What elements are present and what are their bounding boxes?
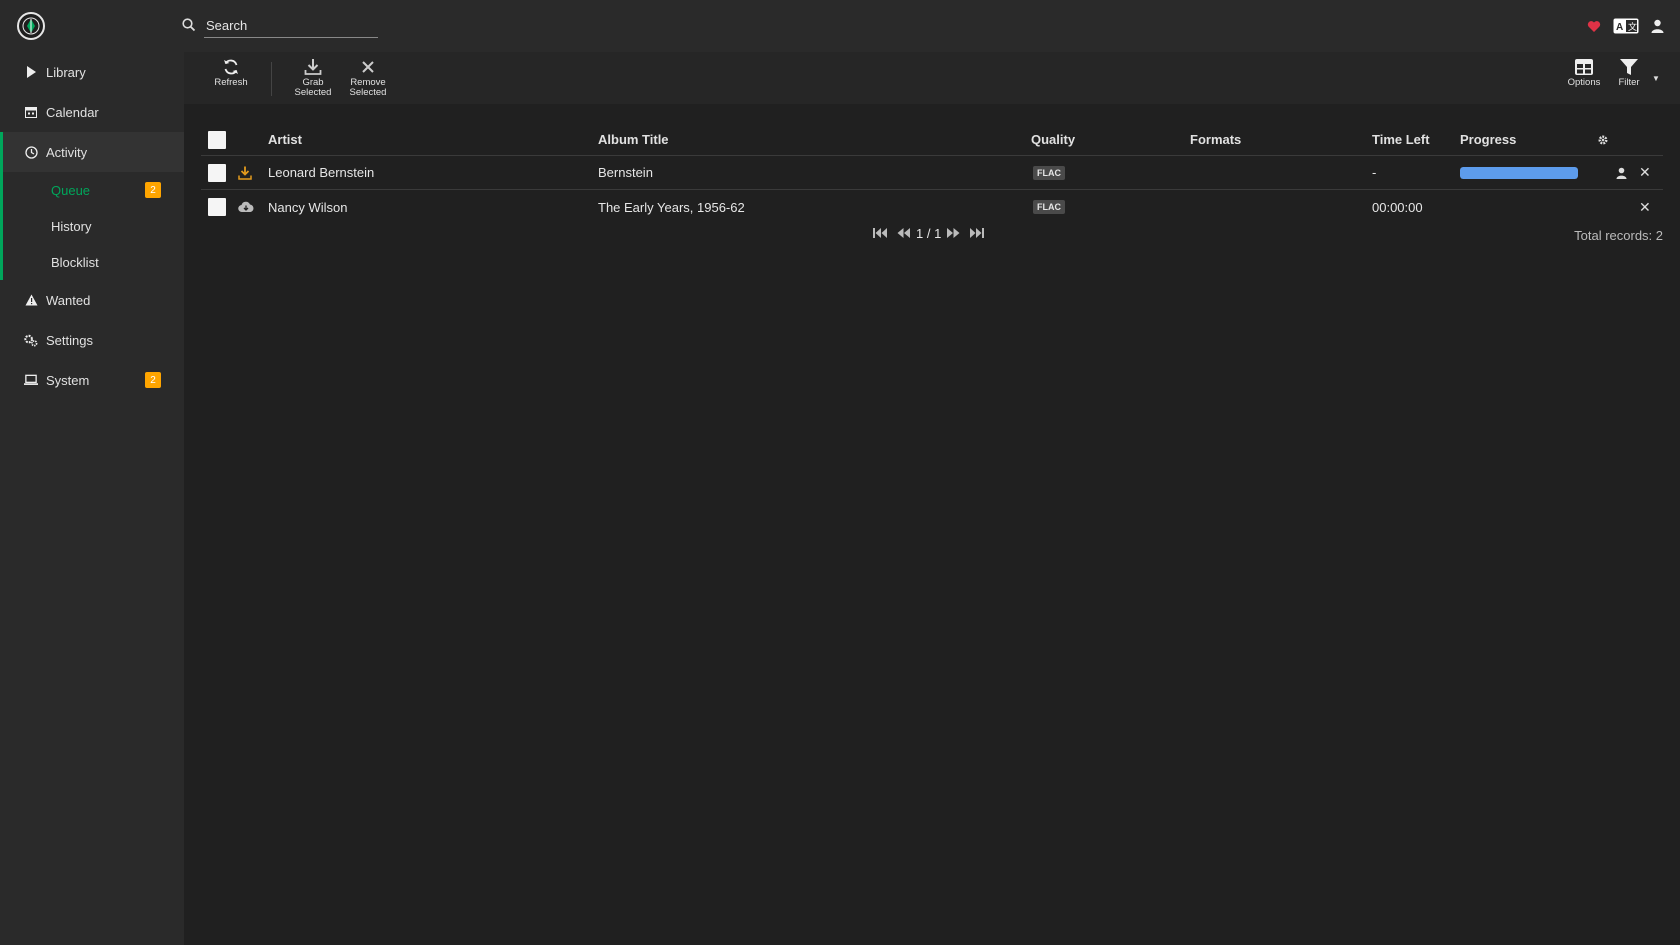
sidebar-item-label: System (46, 372, 90, 388)
sidebar-item-label: Library (46, 64, 86, 80)
last-page-icon[interactable] (970, 226, 985, 241)
table-row[interactable]: Leonard Bernstein Bernstein FLAC - ✕ (201, 156, 1663, 190)
sidebar-item-label: Wanted (46, 292, 91, 308)
column-header-progress[interactable]: Progress (1460, 124, 1516, 155)
search-input[interactable] (204, 14, 378, 38)
row-checkbox[interactable] (208, 163, 226, 182)
grab-selected-label: Grab Selected (294, 77, 332, 98)
sidebar-item-label: Calendar (46, 104, 99, 120)
sidebar: Library Calendar Activity Queue 2 Histor… (0, 52, 184, 945)
refresh-label: Refresh (214, 77, 248, 88)
time-left-cell: - (1372, 165, 1377, 180)
svg-text:文: 文 (1628, 21, 1637, 32)
table-options-gear-icon[interactable] (1597, 124, 1609, 155)
sidebar-subitem-queue[interactable]: Queue 2 (0, 172, 184, 208)
toolbar-separator (271, 62, 272, 96)
search-box (182, 14, 378, 38)
sidebar-item-wanted[interactable]: Wanted (0, 280, 184, 320)
remove-row-close-icon[interactable]: ✕ (1639, 156, 1651, 189)
table-header: Artist Album Title Quality Formats Time … (201, 124, 1663, 156)
sidebar-item-label: Activity (46, 144, 88, 160)
queue-count-badge: 2 (145, 182, 161, 198)
sidebar-item-activity[interactable]: Activity (0, 132, 184, 172)
quality-badge: FLAC (1033, 165, 1065, 180)
options-label: Options (1567, 77, 1601, 88)
column-header-quality[interactable]: Quality (1031, 124, 1075, 155)
calendar-icon (24, 105, 38, 119)
artist-link[interactable]: Nancy Wilson (268, 190, 347, 224)
remove-selected-label: Remove Selected (349, 77, 387, 98)
download-icon (238, 156, 252, 189)
sidebar-item-calendar[interactable]: Calendar (0, 92, 184, 132)
first-page-icon[interactable] (873, 226, 887, 241)
sidebar-item-library[interactable]: Library (0, 52, 184, 92)
time-left-cell: 00:00:00 (1372, 199, 1423, 215)
previous-page-icon[interactable] (897, 226, 910, 241)
next-page-icon[interactable] (947, 226, 960, 241)
play-icon (24, 65, 38, 79)
laptop-icon (24, 373, 38, 387)
filter-button[interactable]: Filter (1602, 58, 1656, 102)
app-logo[interactable] (17, 12, 45, 40)
table-icon (1575, 59, 1593, 75)
column-header-artist[interactable]: Artist (268, 124, 302, 155)
search-icon (182, 18, 196, 37)
page-toolbar: Refresh Grab Selected Remove Selected Op… (184, 52, 1680, 104)
clock-icon (24, 145, 38, 159)
refresh-button[interactable]: Refresh (204, 58, 258, 102)
manual-import-user-icon[interactable] (1616, 156, 1627, 189)
grab-selected-button[interactable]: Grab Selected (288, 58, 338, 102)
warning-icon (24, 293, 38, 307)
gears-icon (24, 333, 38, 347)
remove-selected-button[interactable]: Remove Selected (341, 58, 395, 102)
sidebar-item-settings[interactable]: Settings (0, 320, 184, 360)
pager: 1 / 1 Total records: 2 (0, 226, 1680, 244)
page-indicator: 1 / 1 (916, 226, 942, 241)
translate-icon[interactable]: A文 (1613, 18, 1639, 34)
select-all-checkbox[interactable] (208, 130, 226, 149)
close-icon (362, 61, 374, 73)
top-header: A文 (0, 0, 1680, 52)
chevron-down-icon[interactable]: ▼ (1652, 74, 1660, 83)
sidebar-subitem-blocklist[interactable]: Blocklist (0, 244, 184, 280)
total-records: Total records: 2 (1574, 228, 1663, 243)
sidebar-item-label: Settings (46, 332, 93, 348)
progress-bar (1460, 166, 1578, 179)
refresh-icon (224, 59, 238, 75)
sidebar-subitem-label: Queue (51, 182, 91, 198)
artist-link[interactable]: Leonard Bernstein (268, 156, 374, 189)
queue-table: Artist Album Title Quality Formats Time … (201, 124, 1663, 224)
table-row[interactable]: Nancy Wilson The Early Years, 1956-62 FL… (201, 190, 1663, 224)
column-header-formats[interactable]: Formats (1190, 124, 1241, 155)
row-checkbox[interactable] (208, 198, 226, 216)
progress-fill (1460, 166, 1578, 179)
filter-label: Filter (1618, 77, 1640, 88)
cloud-icon (238, 190, 254, 224)
sidebar-subitem-label: Blocklist (51, 254, 99, 270)
column-header-time-left[interactable]: Time Left (1372, 124, 1430, 155)
album-link[interactable]: The Early Years, 1956-62 (598, 190, 745, 224)
sidebar-item-system[interactable]: System 2 (0, 360, 184, 400)
column-header-album-title[interactable]: Album Title (598, 124, 669, 155)
remove-row-close-icon[interactable]: ✕ (1639, 190, 1651, 224)
user-icon[interactable] (1651, 19, 1664, 33)
svg-text:A: A (1616, 22, 1623, 33)
filter-icon (1620, 59, 1638, 75)
album-link[interactable]: Bernstein (598, 156, 653, 189)
system-count-badge: 2 (145, 372, 161, 388)
download-icon (304, 59, 322, 75)
heart-icon[interactable] (1587, 20, 1601, 33)
quality-badge: FLAC (1033, 200, 1065, 214)
